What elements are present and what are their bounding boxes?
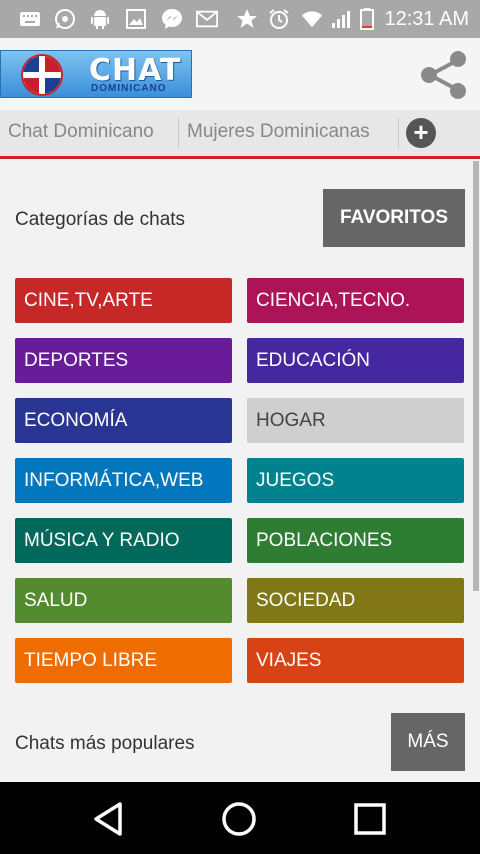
keyboard-icon <box>19 8 41 30</box>
category-sociedad[interactable]: SOCIEDAD <box>247 578 464 623</box>
android-icon <box>89 8 111 30</box>
tab-chat-dominicano[interactable]: Chat Dominicano <box>8 121 154 143</box>
category-deportes[interactable]: DEPORTES <box>15 338 232 383</box>
signal-icon <box>330 8 352 30</box>
recents-icon[interactable] <box>347 796 393 842</box>
logo-subtitle: DOMINICANO <box>91 83 167 94</box>
app-bar: CHAT DOMINICANO <box>0 38 480 110</box>
tab-divider <box>398 118 399 148</box>
wifi-icon <box>301 8 323 30</box>
back-icon[interactable] <box>86 796 132 842</box>
status-time: 12:31 AM <box>384 8 469 30</box>
home-icon[interactable] <box>216 796 262 842</box>
messenger-icon <box>161 8 183 30</box>
main-content[interactable]: Categorías de chats FAVORITOS CINE,TV,AR… <box>0 159 480 782</box>
category-economia[interactable]: ECONOMÍA <box>15 398 232 443</box>
favorites-button[interactable]: FAVORITOS <box>323 189 465 247</box>
share-icon[interactable] <box>416 48 470 102</box>
image-icon <box>125 8 147 30</box>
tab-divider <box>178 118 179 148</box>
category-poblaciones[interactable]: POBLACIONES <box>247 518 464 563</box>
category-viajes[interactable]: VIAJES <box>247 638 464 683</box>
flag-icon <box>21 54 63 96</box>
category-tiempo-libre[interactable]: TIEMPO LIBRE <box>15 638 232 683</box>
scrollbar[interactable] <box>473 161 479 591</box>
add-tab-icon[interactable]: + <box>406 118 436 148</box>
status-bar: 12:31 AM <box>0 0 480 38</box>
category-educacion[interactable]: EDUCACIÓN <box>247 338 464 383</box>
whatsapp-icon <box>54 8 76 30</box>
category-musica-y-radio[interactable]: MÚSICA Y RADIO <box>15 518 232 563</box>
categories-title: Categorías de chats <box>15 209 186 230</box>
popular-chats-title: Chats más populares <box>15 733 195 754</box>
star-icon <box>236 8 258 30</box>
battery-icon <box>356 8 378 30</box>
category-salud[interactable]: SALUD <box>15 578 232 623</box>
mail-icon <box>196 8 218 30</box>
category-hogar[interactable]: HOGAR <box>247 398 464 443</box>
more-button[interactable]: MÁS <box>391 713 465 771</box>
app-logo[interactable]: CHAT DOMINICANO <box>0 50 192 98</box>
alarm-icon <box>268 8 290 30</box>
category-informatica-web[interactable]: INFORMÁTICA,WEB <box>15 458 232 503</box>
navigation-bar <box>0 782 480 854</box>
tab-mujeres-dominicanas[interactable]: Mujeres Dominicanas <box>187 121 370 143</box>
category-ciencia-tecno[interactable]: CIENCIA,TECNO. <box>247 278 464 323</box>
tab-bar: Chat Dominicano Mujeres Dominicanas + <box>0 110 480 156</box>
category-cine-tv-arte[interactable]: CINE,TV,ARTE <box>15 278 232 323</box>
category-juegos[interactable]: JUEGOS <box>247 458 464 503</box>
